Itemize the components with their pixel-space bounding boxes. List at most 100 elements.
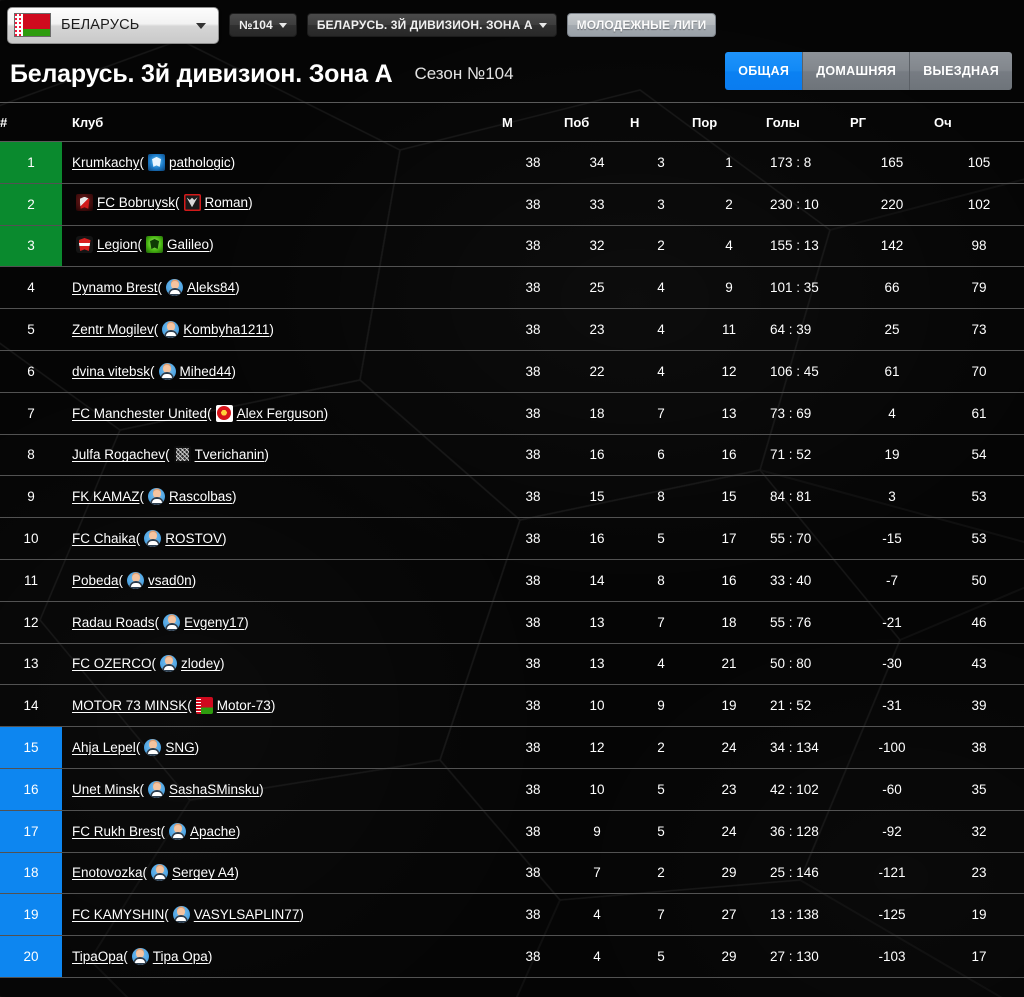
- club-link[interactable]: Krumkachy: [72, 155, 140, 170]
- manager-link[interactable]: Sergey A4: [172, 865, 234, 880]
- club-line: Krumkachy (pathologic): [72, 153, 235, 171]
- losses-cell: 21: [692, 643, 766, 686]
- tab-home[interactable]: ДОМАШНЯЯ: [803, 52, 911, 90]
- manager-link[interactable]: ROSTOV: [165, 531, 222, 546]
- club-link[interactable]: Enotovozka: [72, 865, 143, 880]
- manager-avatar-icon: [148, 780, 166, 798]
- club-link[interactable]: FC OZERCO: [72, 656, 152, 671]
- club-link[interactable]: Zentr Mogilev: [72, 322, 154, 337]
- table-row[interactable]: 1 Krumkachy (pathologic) 38 34 3 1 173 : 8 165 1…: [0, 141, 1024, 184]
- club-link[interactable]: FC KAMYSHIN: [72, 907, 164, 922]
- club-link[interactable]: FC Rukh Brest: [72, 824, 161, 839]
- standings-view-tabs: ОБЩАЯ ДОМАШНЯЯ ВЫЕЗДНАЯ: [725, 52, 1012, 90]
- manager-link[interactable]: Alex Ferguson: [237, 406, 324, 421]
- column-header-points[interactable]: Оч: [934, 102, 1024, 142]
- manager-link[interactable]: pathologic: [169, 155, 231, 170]
- points-cell: 38: [934, 726, 1024, 769]
- manager-link[interactable]: Aleks84: [187, 280, 235, 295]
- season-selector[interactable]: №104: [229, 13, 297, 37]
- table-row[interactable]: 19 FC KAMYSHIN (VASYLSAPLIN77) 38 4 7 27 13 : …: [0, 893, 1024, 937]
- losses-cell: 1: [692, 141, 766, 184]
- table-row[interactable]: 15 Ahja Lepel (SNG) 38 12 2 24 34 : 134 -100 38: [0, 726, 1024, 769]
- rank-badge: 5: [0, 308, 62, 351]
- club-cell: MOTOR 73 MINSK (Motor-73): [62, 684, 502, 728]
- club-link[interactable]: Pobeda: [72, 573, 119, 588]
- table-row[interactable]: 5 Zentr Mogilev (Kombyha1211) 38 23 4 11 64 : …: [0, 308, 1024, 351]
- club-link[interactable]: Unet Minsk: [72, 782, 140, 797]
- table-row[interactable]: 20 TipaOpa (Tipa Opa) 38 4 5 29 27 : 130 -103 17: [0, 935, 1024, 978]
- club-line: FC Manchester United (Alex Ferguson): [72, 404, 328, 422]
- column-header-club[interactable]: Клуб: [62, 102, 502, 142]
- column-header-draws[interactable]: Н: [630, 102, 692, 142]
- paren-close: ): [299, 907, 304, 923]
- goals-cell: 55 : 70: [766, 517, 850, 560]
- losses-cell: 9: [692, 266, 766, 310]
- column-header-goal-diff[interactable]: РГ: [850, 102, 934, 142]
- club-link[interactable]: Julfa Rogachev: [72, 447, 165, 462]
- column-header-rank[interactable]: #: [0, 102, 62, 142]
- manager-link[interactable]: Rascolbas: [169, 489, 232, 504]
- club-link[interactable]: FC Chaika: [72, 531, 136, 546]
- club-link[interactable]: Ahja Lepel: [72, 740, 136, 755]
- table-row[interactable]: 18 Enotovozka (Sergey A4) 38 7 2 29 25 : 146 -1…: [0, 852, 1024, 895]
- points-cell: 50: [934, 559, 1024, 602]
- country-selector[interactable]: БЕЛАРУСЬ: [7, 6, 219, 44]
- table-row[interactable]: 17 FC Rukh Brest (Apache) 38 9 5 24 36 : 128 -9…: [0, 810, 1024, 853]
- manager-link[interactable]: Tipa Opa: [153, 949, 208, 964]
- draws-cell: 8: [630, 559, 692, 602]
- table-row[interactable]: 4 Dynamo Brest (Aleks84) 38 25 4 9 101 : 35 66 7…: [0, 266, 1024, 310]
- column-header-losses[interactable]: Пор: [692, 102, 766, 142]
- tab-away[interactable]: ВЫЕЗДНАЯ: [910, 52, 1012, 90]
- manager-link[interactable]: Roman: [205, 195, 249, 210]
- manager-link[interactable]: Kombyha1211: [183, 322, 269, 337]
- table-row[interactable]: 2 FC Bobruysk (Roman) 38 33 3 2 230 : 10 220 102: [0, 183, 1024, 226]
- manager-link[interactable]: Mihed44: [180, 364, 232, 379]
- paren-close: ): [248, 195, 253, 211]
- manager-link[interactable]: Tverichanin: [195, 447, 265, 462]
- club-link[interactable]: TipaOpa: [72, 949, 123, 964]
- manager-link[interactable]: zlodey: [181, 656, 220, 671]
- column-header-wins[interactable]: Поб: [564, 102, 630, 142]
- manager-link[interactable]: Evgeny17: [184, 615, 244, 630]
- matches-played-cell: 38: [502, 141, 564, 184]
- club-line: FC Rukh Brest (Apache): [72, 822, 240, 840]
- tab-overall[interactable]: ОБЩАЯ: [725, 52, 804, 90]
- rank-badge: 16: [0, 768, 62, 811]
- league-selector[interactable]: БЕЛАРУСЬ. 3Й ДИВИЗИОН. ЗОНА А: [306, 13, 557, 37]
- manager-link[interactable]: Apache: [190, 824, 236, 839]
- table-row[interactable]: 12 Radau Roads (Evgeny17) 38 13 7 18 55 : 76 -2…: [0, 601, 1024, 644]
- goals-cell: 73 : 69: [766, 392, 850, 435]
- table-row[interactable]: 11 Pobeda (vsad0n) 38 14 8 16 33 : 40 -7 50: [0, 559, 1024, 602]
- wins-cell: 32: [564, 225, 630, 268]
- table-row[interactable]: 13 FC OZERCO (zlodey) 38 13 4 21 50 : 80 -30 43: [0, 643, 1024, 686]
- manager-link[interactable]: SashaSMinsku: [169, 782, 259, 797]
- club-link[interactable]: Radau Roads: [72, 615, 155, 630]
- club-link[interactable]: FC Manchester United: [72, 406, 207, 421]
- table-row[interactable]: 6 dvina vitebsk (Mihed44) 38 22 4 12 106 : 45 6…: [0, 350, 1024, 393]
- club-link[interactable]: FK KAMAZ: [72, 489, 140, 504]
- table-row[interactable]: 16 Unet Minsk (SashaSMinsku) 38 10 5 23 42 : 1…: [0, 768, 1024, 811]
- youth-leagues-button[interactable]: МОЛОДЕЖНЫЕ ЛИГИ: [566, 13, 717, 37]
- manager-link[interactable]: vsad0n: [148, 573, 192, 588]
- table-row[interactable]: 3 Legion (Galileo) 38 32 2 4 155 : 13 142 98: [0, 225, 1024, 268]
- club-link[interactable]: dvina vitebsk: [72, 364, 150, 379]
- table-row[interactable]: 8 Julfa Rogachev (Tverichanin) 38 16 6 16 71 :…: [0, 434, 1024, 477]
- club-link[interactable]: MOTOR 73 MINSK: [72, 698, 187, 713]
- table-row[interactable]: 9 FK KAMAZ (Rascolbas) 38 15 8 15 84 : 81 3 53: [0, 475, 1024, 519]
- season-selector-label: №104: [239, 18, 273, 32]
- manager-link[interactable]: SNG: [165, 740, 194, 755]
- table-row[interactable]: 10 FC Chaika (ROSTOV) 38 16 5 17 55 : 70 -15 53: [0, 517, 1024, 560]
- column-header-goals[interactable]: Голы: [766, 102, 850, 142]
- wins-cell: 4: [564, 893, 630, 937]
- club-cell: FC Manchester United (Alex Ferguson): [62, 392, 502, 435]
- club-link[interactable]: FC Bobruysk: [97, 195, 175, 210]
- table-row[interactable]: 14 MOTOR 73 MINSK (Motor-73) 38 10 9 19 21 : 5…: [0, 684, 1024, 728]
- paren-open: (: [207, 405, 212, 421]
- column-header-played[interactable]: М: [502, 102, 564, 142]
- manager-link[interactable]: Motor-73: [217, 698, 271, 713]
- table-row[interactable]: 7 FC Manchester United (Alex Ferguson) 38 1…: [0, 392, 1024, 435]
- club-link[interactable]: Dynamo Brest: [72, 280, 158, 295]
- manager-link[interactable]: Galileo: [167, 237, 209, 252]
- manager-link[interactable]: VASYLSAPLIN77: [194, 907, 300, 922]
- club-link[interactable]: Legion: [97, 237, 138, 252]
